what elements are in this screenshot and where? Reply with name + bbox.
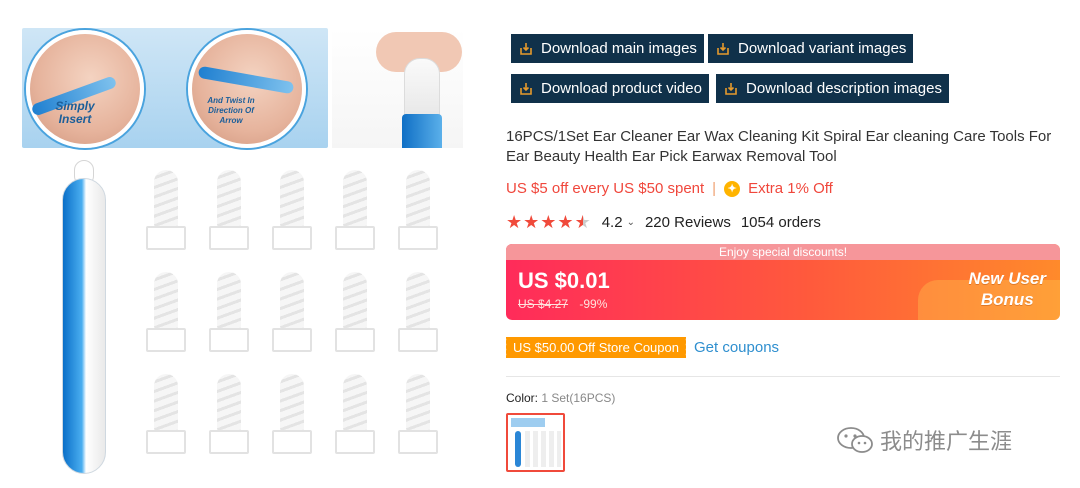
- promotion-row: US $5 off every US $50 spent | ✦ Extra 1…: [506, 180, 833, 197]
- wechat-watermark: 我的推广生涯: [836, 424, 1012, 456]
- ear-cleaner-tool-illustration: [62, 178, 106, 474]
- variant-label: Color: 1 Set(16PCS): [506, 391, 615, 405]
- rating-row: ★ ★ ★ ★ ★ 4.2 ⌄ 220 Reviews 1054 orders: [506, 213, 821, 231]
- simply-insert-caption: Simply Insert: [55, 99, 95, 126]
- original-price-row: US $4.27 -99%: [518, 297, 607, 311]
- handle-illustration: [402, 114, 442, 148]
- star-icon: ★: [506, 212, 523, 232]
- price-banner: Enjoy special discounts! US $0.01 US $4.…: [506, 244, 1060, 320]
- download-main-images-label: Download main images: [541, 40, 697, 57]
- color-label: Color:: [506, 391, 539, 405]
- bonus-line-2: Bonus: [980, 290, 1034, 309]
- swatch-thumbnail: [511, 418, 545, 427]
- chevron-down-icon[interactable]: ⌄: [627, 217, 635, 228]
- reviews-count[interactable]: 220 Reviews: [645, 214, 731, 231]
- download-icon: [717, 42, 729, 55]
- orders-count: 1054 orders: [740, 213, 821, 231]
- discount-percent: -99%: [579, 297, 608, 311]
- star-rating: ★ ★ ★ ★ ★: [506, 213, 591, 231]
- download-product-video-button[interactable]: Download product video: [511, 74, 709, 103]
- new-user-bonus-badge: New User Bonus: [969, 268, 1046, 310]
- rating-value[interactable]: 4.2: [602, 214, 623, 231]
- wechat-icon: [837, 427, 873, 453]
- section-divider: [506, 376, 1060, 377]
- download-icon: [520, 82, 532, 95]
- usage-banner: Simply Insert And Twist In Direction Of …: [22, 28, 328, 148]
- store-discount-text: US $5 off every US $50 spent: [506, 180, 705, 197]
- store-coupon-tag: US $50.00 Off Store Coupon: [504, 337, 686, 358]
- watermark-text: 我的推广生涯: [880, 429, 1013, 454]
- download-product-video-label: Download product video: [541, 80, 702, 97]
- twist-caption: And Twist In Direction Of Arrow: [207, 96, 255, 125]
- half-star-icon: ★: [574, 212, 591, 232]
- download-variant-images-label: Download variant images: [738, 40, 907, 57]
- product-main-image[interactable]: Simply Insert And Twist In Direction Of …: [22, 28, 463, 480]
- promo-separator: |: [712, 180, 717, 197]
- download-main-images-button[interactable]: Download main images: [511, 34, 704, 63]
- coin-icon: ✦: [724, 180, 741, 197]
- swatch-tips: [525, 431, 561, 467]
- coupon-row: US $50.00 Off Store Coupon Get coupons: [504, 337, 779, 358]
- star-icon: ★: [557, 212, 574, 232]
- variant-swatch-selected[interactable]: [506, 413, 565, 472]
- color-value: 1 Set(16PCS): [541, 391, 616, 405]
- download-description-images-label: Download description images: [746, 80, 942, 97]
- download-description-images-button[interactable]: Download description images: [716, 74, 949, 103]
- bonus-line-1: New User: [968, 269, 1046, 288]
- swatch-tool: [515, 431, 521, 467]
- finger-press-banner: [332, 28, 463, 148]
- extra-off-text[interactable]: Extra 1% Off: [748, 180, 833, 197]
- current-price: US $0.01: [518, 268, 610, 293]
- spiral-tip-illustration: [404, 58, 440, 120]
- original-price: US $4.27: [518, 297, 569, 311]
- star-icon: ★: [523, 212, 540, 232]
- discount-strip: Enjoy special discounts!: [506, 244, 1060, 260]
- download-variant-images-button[interactable]: Download variant images: [708, 34, 914, 63]
- star-icon: ★: [540, 212, 557, 232]
- download-icon: [725, 82, 737, 95]
- get-coupons-link[interactable]: Get coupons: [694, 339, 779, 356]
- download-icon: [520, 42, 532, 55]
- replacement-tips-grid: [132, 170, 462, 470]
- product-title: 16PCS/1Set Ear Cleaner Ear Wax Cleaning …: [506, 128, 1052, 165]
